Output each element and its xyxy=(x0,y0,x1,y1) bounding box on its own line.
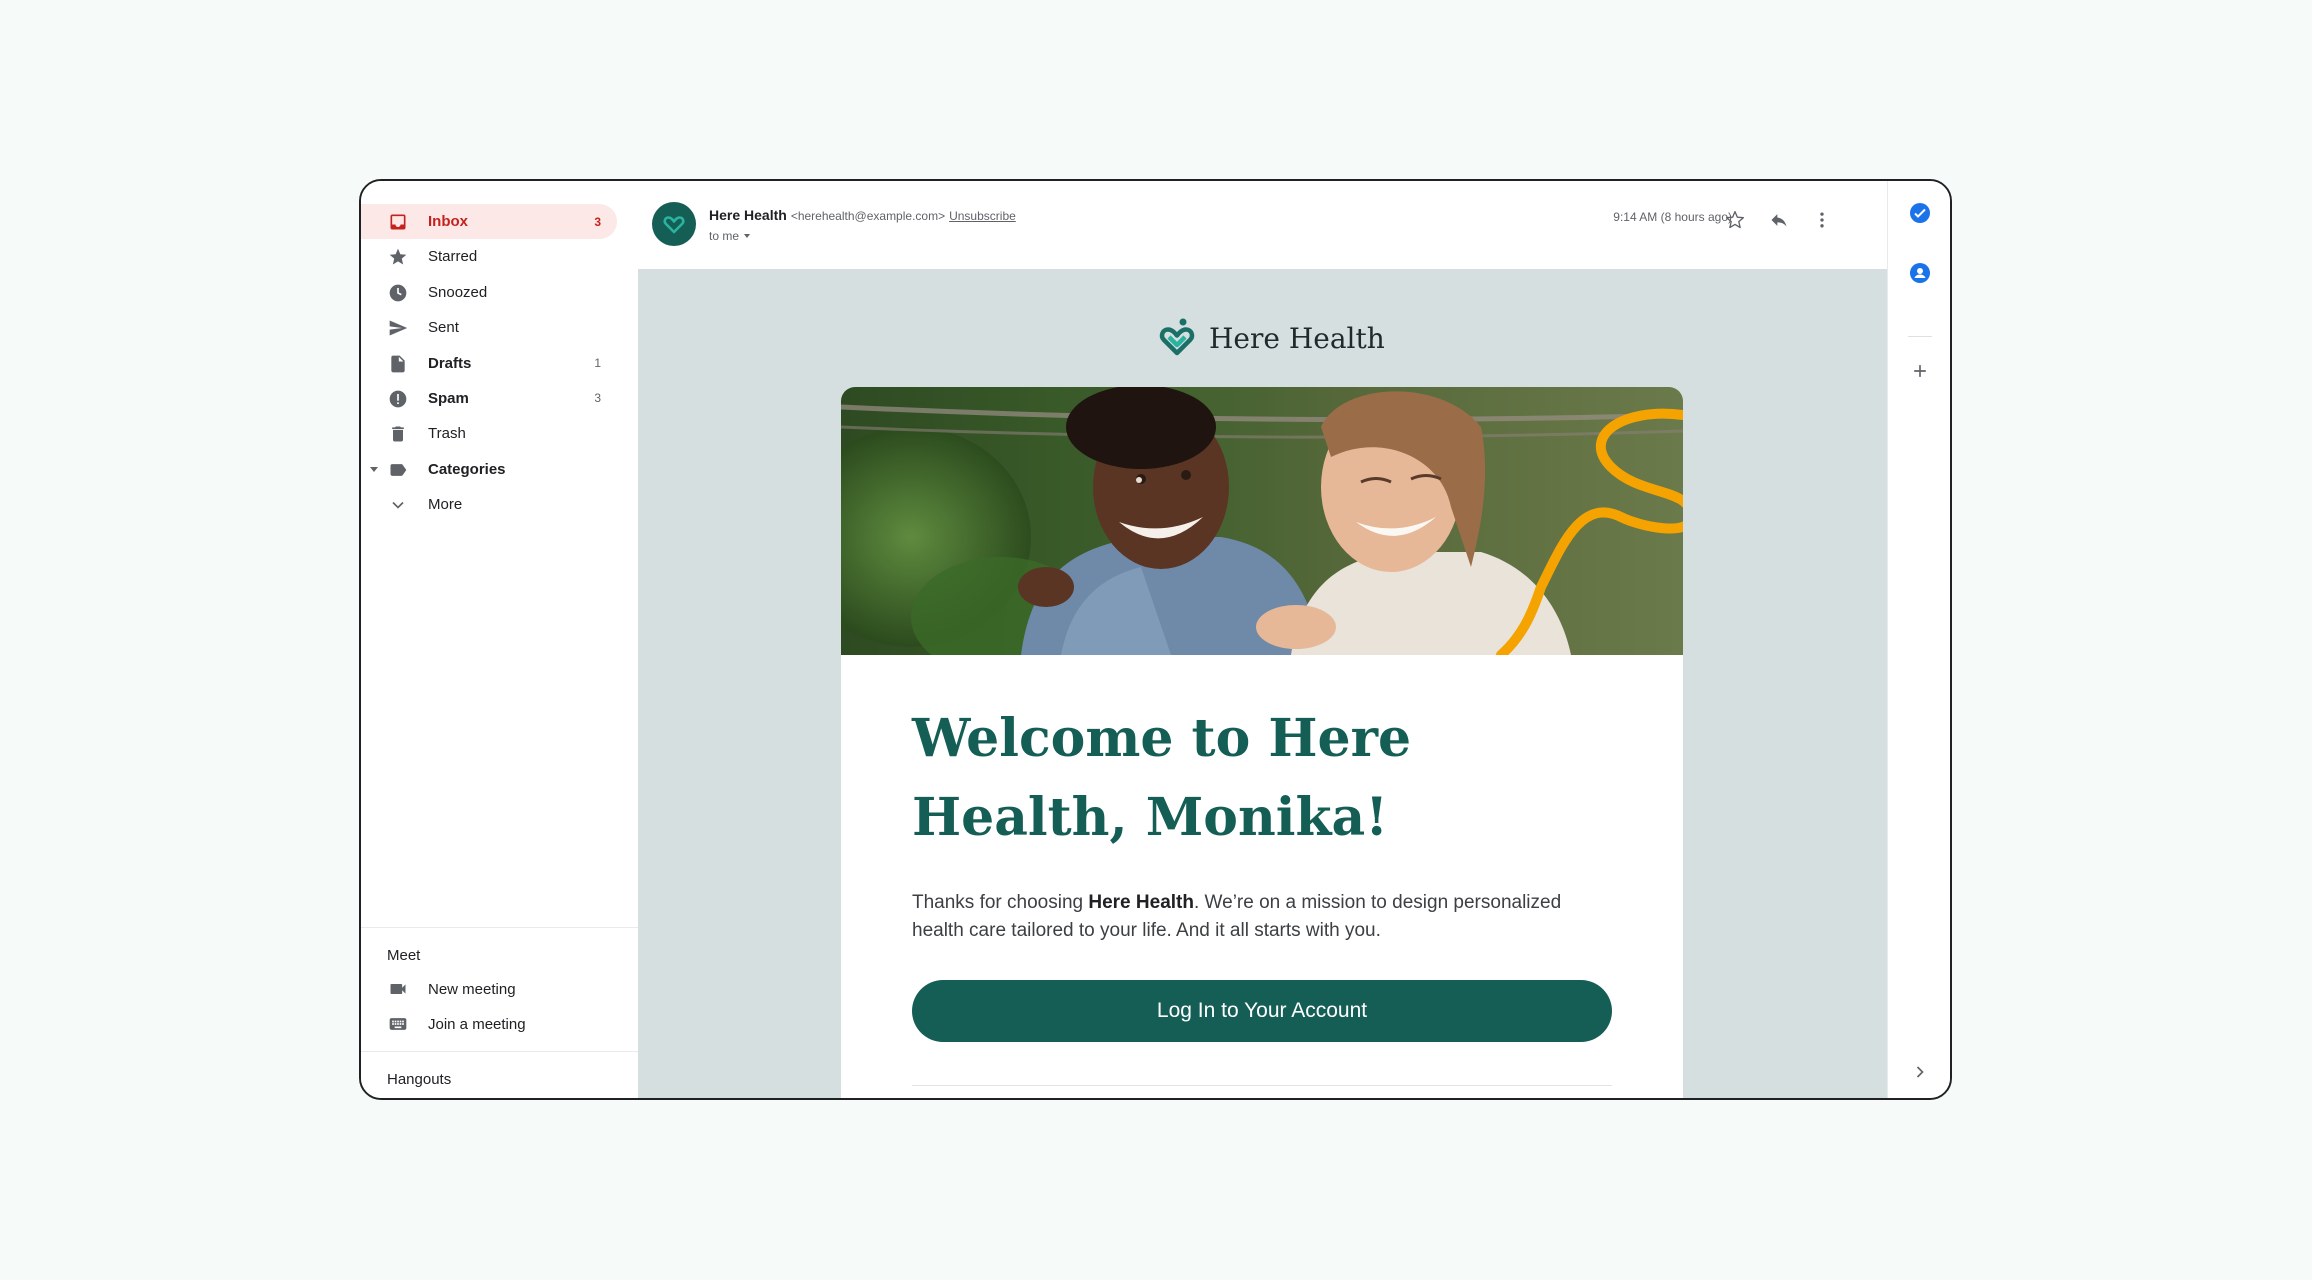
nav-item-starred[interactable]: Starred xyxy=(361,239,617,274)
card-divider xyxy=(912,1085,1612,1086)
unsubscribe-link[interactable]: Unsubscribe xyxy=(949,209,1016,223)
email-body: Here Health Welcome to Here Health, Moni… xyxy=(638,269,1887,1098)
star-icon xyxy=(387,246,409,268)
nav-item-sent[interactable]: Sent xyxy=(361,310,617,345)
rail-divider xyxy=(1908,336,1932,337)
nav-divider xyxy=(361,1051,638,1052)
nav-label-trash: Trash xyxy=(428,425,466,443)
body-brand: Here Health xyxy=(1088,892,1194,913)
sender-name[interactable]: Here Health xyxy=(709,207,787,223)
email-header: Here Health <herehealth@example.com> Unsub… xyxy=(638,181,1887,269)
nav-label-starred: Starred xyxy=(428,248,478,266)
recipient-line[interactable]: to me xyxy=(709,229,751,243)
inbox-icon xyxy=(387,211,409,233)
brand-name: Here Health xyxy=(1209,321,1385,355)
trash-icon xyxy=(387,423,409,445)
label-icon xyxy=(387,459,409,481)
sender-avatar[interactable] xyxy=(652,202,696,246)
contacts-icon[interactable] xyxy=(1907,260,1933,286)
draft-icon xyxy=(387,353,409,375)
nav-item-more[interactable]: More xyxy=(361,487,617,522)
email-timestamp: 9:14 AM (8 hours ago) xyxy=(1613,210,1732,224)
drafts-count: 1 xyxy=(594,356,601,371)
hero-photo xyxy=(841,387,1683,655)
spam-icon xyxy=(387,388,409,410)
new-meeting-label: New meeting xyxy=(428,981,516,998)
nav-item-snoozed[interactable]: Snoozed xyxy=(361,275,617,310)
add-icon[interactable] xyxy=(1907,358,1933,384)
hangouts-title[interactable]: Hangouts xyxy=(387,1071,451,1088)
heart-logo-icon xyxy=(663,216,685,234)
caret-down-icon xyxy=(744,234,751,238)
recipient-label: to me xyxy=(709,229,740,243)
nav-label-drafts: Drafts xyxy=(428,354,472,372)
left-nav: Inbox 3 Starred Snoozed Sent Drafts 1 Sp… xyxy=(361,181,638,1098)
clock-icon xyxy=(387,282,409,304)
side-panel xyxy=(1887,181,1950,1098)
nav-label-more: More xyxy=(428,496,463,514)
nav-item-inbox[interactable]: Inbox 3 xyxy=(361,204,617,239)
nav-label-sent: Sent xyxy=(428,319,459,337)
nav-label-snoozed: Snoozed xyxy=(428,283,488,301)
star-icon[interactable] xyxy=(1720,205,1750,235)
tasks-icon[interactable] xyxy=(1907,200,1933,226)
spam-count: 3 xyxy=(594,391,601,406)
chevron-down-icon xyxy=(387,494,409,516)
keyboard-icon xyxy=(387,1013,409,1035)
sender-line: Here Health <herehealth@example.com> Unsub… xyxy=(709,207,1016,223)
email-headline: Welcome to Here Health, Monika! xyxy=(912,708,1412,848)
more-vert-icon[interactable] xyxy=(1807,205,1837,235)
video-camera-icon xyxy=(387,978,409,1000)
body-prefix: Thanks for choosing xyxy=(912,892,1089,913)
expand-caret-icon[interactable] xyxy=(370,466,378,472)
meet-title: Meet xyxy=(387,947,421,964)
nav-item-drafts[interactable]: Drafts 1 xyxy=(361,346,617,381)
nav-item-categories[interactable]: Categories xyxy=(361,452,617,487)
send-icon xyxy=(387,317,409,339)
nav-divider xyxy=(361,927,638,928)
chevron-right-icon[interactable] xyxy=(1907,1059,1933,1085)
email-card: Welcome to Here Health, Monika! Thanks f… xyxy=(841,387,1683,1098)
nav-label-inbox: Inbox xyxy=(428,213,468,230)
nav-item-trash[interactable]: Trash xyxy=(361,416,617,451)
brand-header: Here Health xyxy=(1157,317,1385,359)
join-meeting-button[interactable]: Join a meeting xyxy=(361,1007,617,1041)
new-meeting-button[interactable]: New meeting xyxy=(361,972,617,1006)
sender-email: <herehealth@example.com> xyxy=(790,209,946,223)
nav-label-categories: Categories xyxy=(428,460,506,478)
join-meeting-label: Join a meeting xyxy=(428,1016,526,1033)
reply-icon[interactable] xyxy=(1764,205,1794,235)
inbox-count: 3 xyxy=(594,214,601,229)
heart-logo-icon xyxy=(1159,318,1195,356)
nav-item-spam[interactable]: Spam 3 xyxy=(361,381,617,416)
nav-label-spam: Spam xyxy=(428,389,469,407)
login-button[interactable]: Log In to Your Account xyxy=(912,980,1612,1042)
email-body-text: Thanks for choosing Here Health. We’re o… xyxy=(912,889,1612,945)
gmail-window: Inbox 3 Starred Snoozed Sent Drafts 1 Sp… xyxy=(359,179,1952,1100)
